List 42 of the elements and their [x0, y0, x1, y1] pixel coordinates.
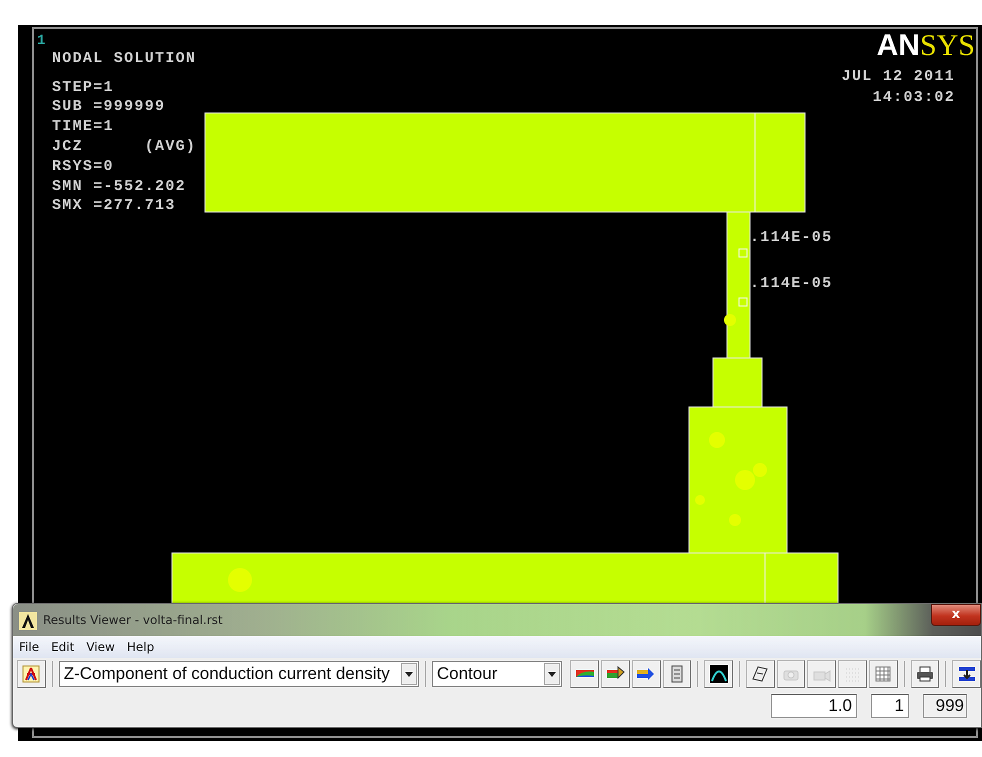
node-label: .114E-05	[750, 229, 832, 246]
node-marker	[738, 298, 748, 306]
toolbar-button[interactable]	[952, 660, 982, 688]
figure-icon	[22, 665, 40, 683]
annotation-text: SMN =-552.202	[52, 178, 186, 195]
value-field[interactable]: 1.0	[771, 694, 857, 718]
annotation-text: TIME=1	[52, 118, 114, 135]
graph-icon	[708, 664, 729, 684]
printer-icon	[914, 664, 935, 684]
node-marker	[738, 248, 748, 258]
menu-item[interactable]: File	[19, 638, 40, 656]
caret-icon	[548, 672, 556, 676]
logo: ANSYS	[876, 29, 975, 62]
toolbar-button[interactable]	[17, 660, 46, 688]
result-dropdown[interactable]: Z-Component of conduction current density	[58, 661, 419, 687]
caret-icon	[404, 672, 413, 676]
menu-item[interactable]: Edit	[51, 638, 74, 656]
annotation-text: RSYS=0	[52, 158, 114, 175]
annotation-text: JCZ (AVG)	[52, 138, 196, 155]
toolbar-button[interactable]	[704, 660, 734, 688]
node-label: .114E-05	[750, 275, 832, 292]
toolbar-button[interactable]	[746, 660, 775, 688]
annotation-text: SMX =277.713	[52, 197, 176, 214]
layers-icon	[956, 664, 977, 684]
annotation-text: SUB =999999	[52, 98, 166, 115]
menu-item[interactable]: Help	[126, 638, 154, 656]
date-text: JUL 12 2011	[842, 68, 955, 85]
value-field[interactable]: 999	[923, 694, 967, 718]
plot-type-dropdown[interactable]: Contour	[432, 661, 562, 687]
time-text: 14:03:02	[872, 89, 955, 106]
table-icon	[873, 664, 894, 684]
close-button[interactable]: x	[931, 604, 981, 626]
annotation-text: STEP=1	[52, 79, 114, 96]
window-number: 1	[37, 33, 46, 49]
toolbar-button[interactable]	[662, 660, 692, 688]
toolbar-button[interactable]	[910, 660, 940, 688]
value-field[interactable]: 1	[871, 694, 909, 718]
window-title: Results Viewer - volta-final.rst	[43, 612, 223, 629]
app-icon	[19, 612, 37, 630]
toolbar-button[interactable]	[601, 660, 630, 688]
annotation-text: NODAL SOLUTION	[52, 50, 196, 67]
menu-item[interactable]: View	[86, 638, 115, 656]
